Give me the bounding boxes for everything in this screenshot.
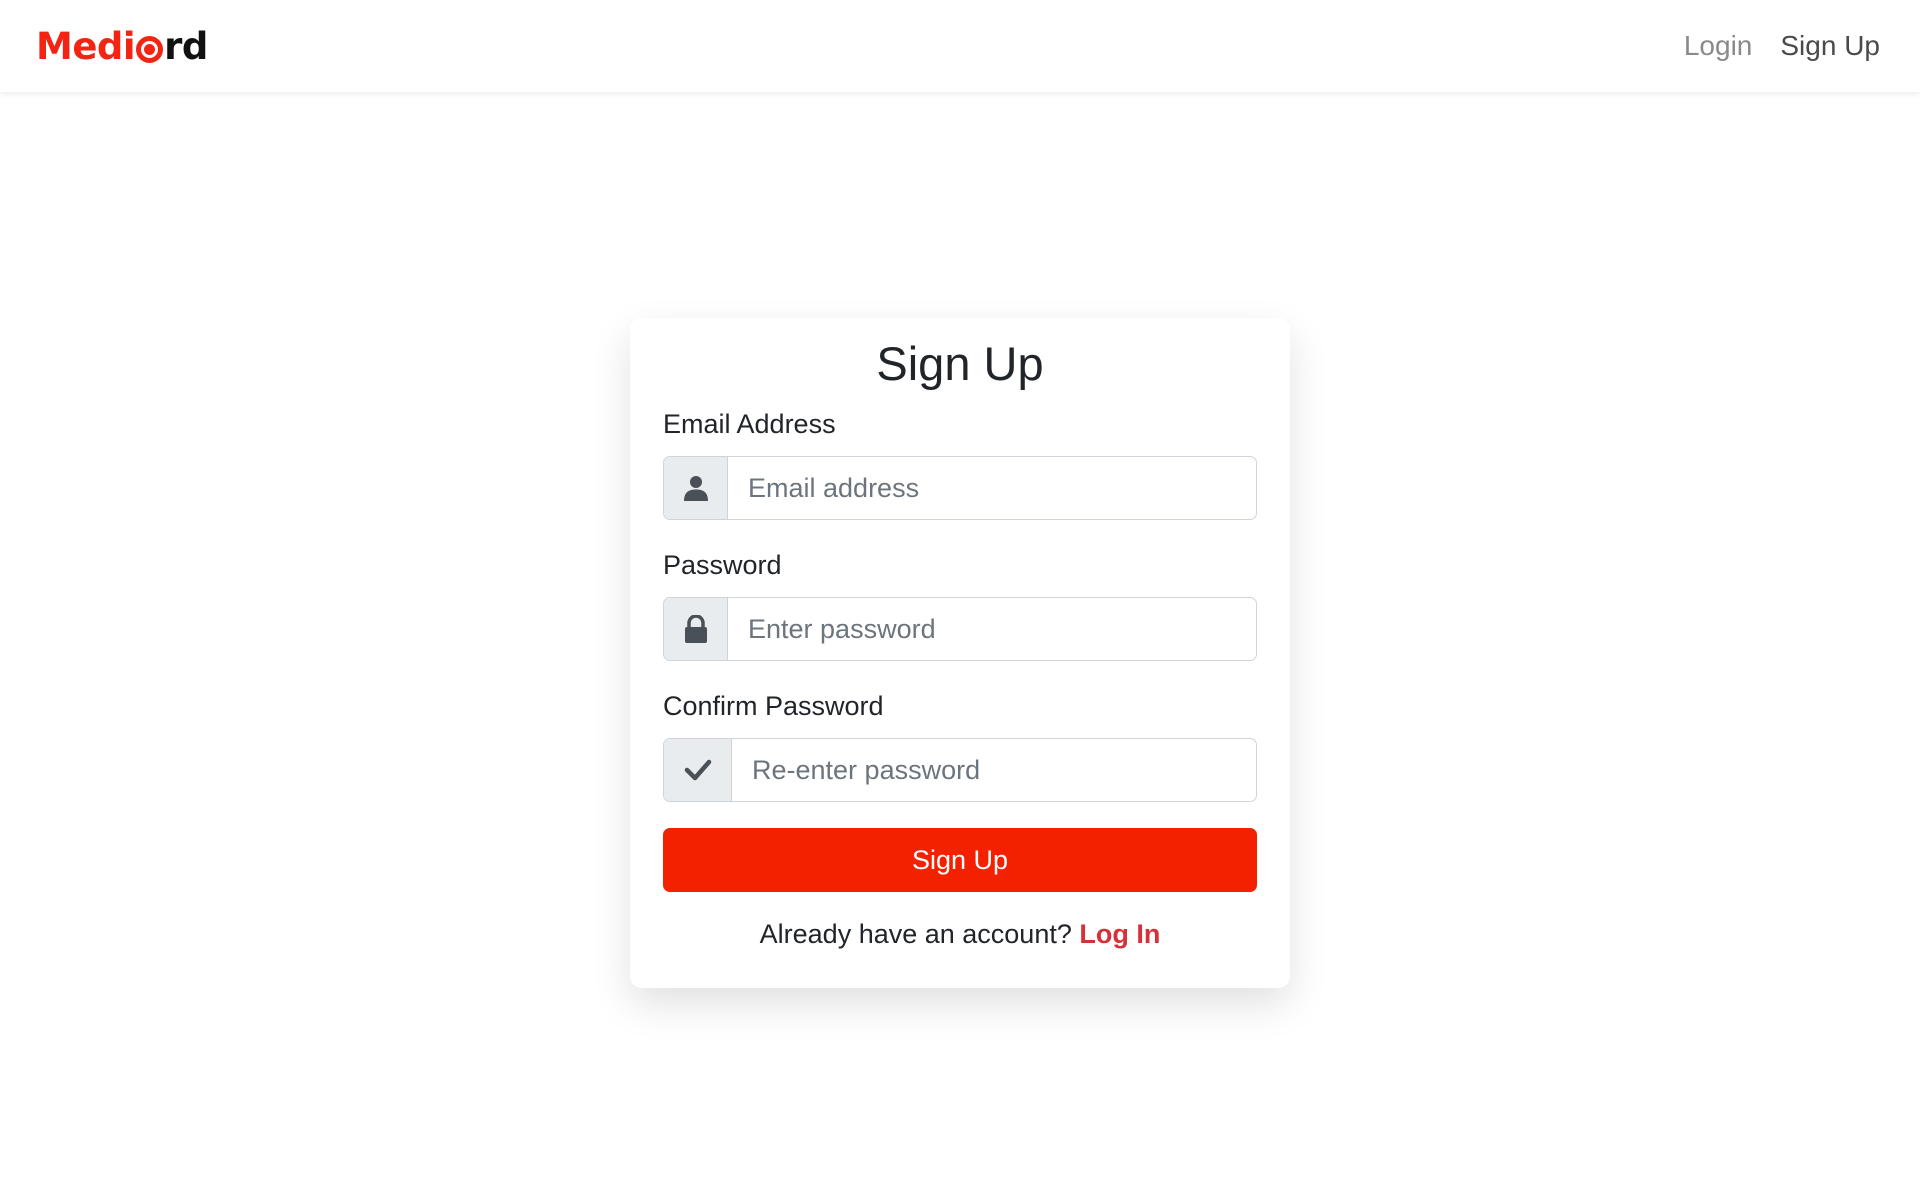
nav-links: Login Sign Up xyxy=(1684,30,1880,62)
nav-login-link[interactable]: Login xyxy=(1684,30,1753,62)
signup-card: Sign Up Email Address Password Confirm P… xyxy=(630,318,1290,988)
password-input-group xyxy=(663,597,1257,661)
brand-text-medi: Medi xyxy=(36,24,136,68)
password-input[interactable] xyxy=(728,598,1256,660)
confirm-password-input-group xyxy=(663,738,1257,802)
user-icon xyxy=(664,457,728,519)
brand-text-rd: rd xyxy=(164,24,208,68)
login-link[interactable]: Log In xyxy=(1079,919,1160,949)
email-input[interactable] xyxy=(728,457,1256,519)
confirm-password-input[interactable] xyxy=(732,739,1256,801)
login-prompt-text: Already have an account? xyxy=(759,919,1072,949)
lock-icon xyxy=(664,598,728,660)
email-label: Email Address xyxy=(663,409,836,439)
email-input-group xyxy=(663,456,1257,520)
login-prompt: Already have an account? Log In xyxy=(630,919,1290,950)
password-label: Password xyxy=(663,550,782,580)
signup-submit-button[interactable]: Sign Up xyxy=(663,828,1257,892)
nav-signup-link[interactable]: Sign Up xyxy=(1780,30,1880,62)
brand-o-dot-icon xyxy=(136,35,164,63)
top-navbar: Medi rd Login Sign Up xyxy=(0,0,1920,92)
confirm-password-label: Confirm Password xyxy=(663,691,884,721)
check-icon xyxy=(664,739,732,801)
brand-logo[interactable]: Medi rd xyxy=(36,28,208,65)
form-title: Sign Up xyxy=(876,337,1044,390)
